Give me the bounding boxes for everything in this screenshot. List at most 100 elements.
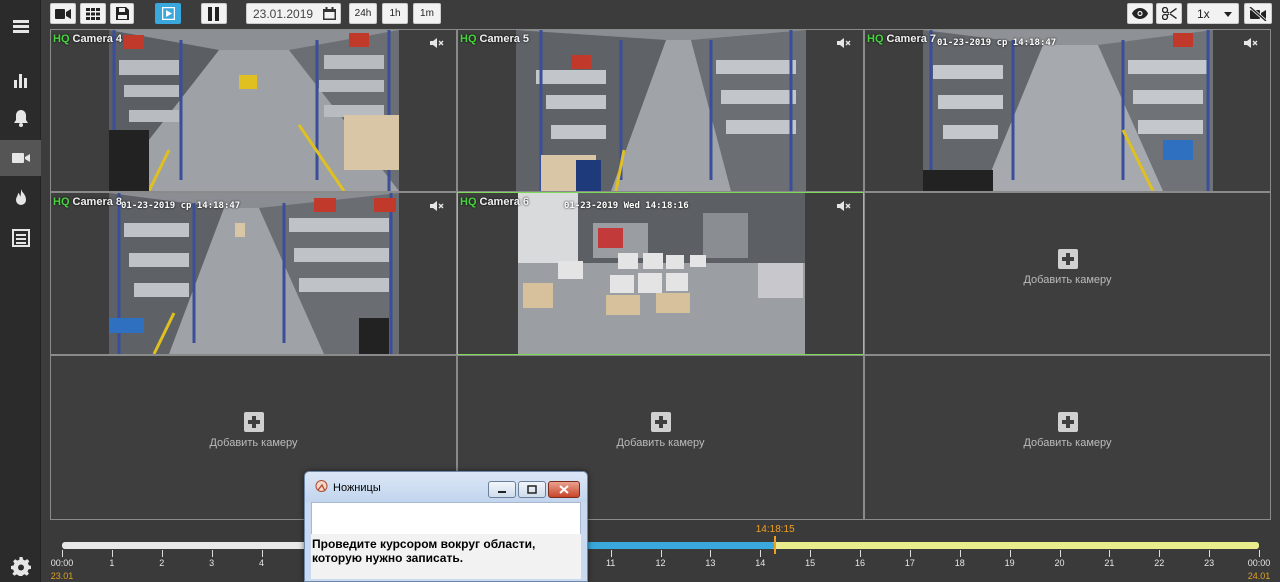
calendar-icon (323, 7, 336, 20)
camera-feed-image (516, 30, 806, 191)
muted-speaker-icon[interactable] (1244, 35, 1258, 53)
hq-badge: HQ (460, 33, 477, 45)
plus-icon (243, 412, 264, 432)
instruction-line-1: Проведите курсором вокруг области, (312, 537, 536, 551)
timeline-tick (1059, 550, 1061, 557)
timeline[interactable]: 00:0012345678910111213141516171819202122… (41, 520, 1280, 582)
timeline-hour-label: 18 (954, 558, 965, 568)
chart-icon[interactable] (0, 62, 41, 98)
timeline-tick (909, 550, 911, 557)
fire-icon[interactable] (0, 180, 41, 216)
hq-badge: HQ (867, 33, 884, 45)
camera-tile[interactable]: HQ Camera 4 (50, 29, 457, 192)
camera-tile[interactable]: HQ Camera 5 (457, 29, 864, 192)
video-mode-button[interactable] (50, 3, 76, 24)
timeline-tick (161, 550, 163, 557)
minimize-icon (498, 491, 506, 493)
camera-feed-image (109, 193, 399, 354)
timeline-hour-label: 17 (904, 558, 915, 568)
chevron-down-icon (1224, 12, 1232, 17)
timeline-hour-label: 13 (705, 558, 716, 568)
camera-title: HQ Camera 8 (53, 196, 122, 208)
timeline-hour-label: 14 (755, 558, 766, 568)
maximize-button[interactable] (518, 481, 546, 498)
add-camera-label: Добавить камеру (1023, 274, 1112, 286)
range-1h-button[interactable]: 1h (382, 3, 408, 24)
hq-badge: HQ (53, 33, 70, 45)
timeline-hour-label: 15 (805, 558, 816, 568)
timeline-tick (1259, 550, 1260, 557)
speed-select[interactable]: 1x (1187, 3, 1239, 24)
add-camera-label: Добавить камеру (1023, 437, 1112, 449)
timeline-tick (62, 550, 63, 557)
visibility-button[interactable] (1127, 3, 1153, 24)
snip-toolbar (311, 502, 581, 536)
close-button[interactable] (548, 481, 580, 498)
timeline-hour-label: 19 (1004, 558, 1015, 568)
gear-icon[interactable] (0, 548, 41, 582)
timeline-playhead[interactable] (774, 536, 777, 554)
muted-speaker-icon[interactable] (837, 198, 851, 216)
timeline-tick (660, 550, 662, 557)
clip-button[interactable] (1156, 3, 1182, 24)
timestamp-overlay: 01-23-2019 Wed 14:18:16 (564, 201, 689, 211)
grid-layout-button[interactable] (80, 3, 106, 24)
timeline-tick (810, 550, 812, 557)
muted-speaker-icon[interactable] (837, 35, 851, 53)
camera-name: Camera 5 (479, 33, 530, 45)
window-titlebar[interactable]: Ножницы (305, 472, 587, 502)
timeline-hour-label: 16 (854, 558, 866, 568)
video-off-button[interactable] (1244, 3, 1272, 24)
sidebar (0, 0, 41, 582)
grid-icon (86, 7, 100, 20)
date-picker[interactable]: 23.01.2019 (246, 3, 341, 24)
muted-speaker-icon[interactable] (430, 35, 444, 53)
camera-title: HQ Camera 6 (460, 196, 529, 208)
camera-tile[interactable]: HQ Camera 7 01-23-2019 ср 14:18:47 (864, 29, 1271, 192)
camera-feed-image (109, 30, 399, 191)
empty-camera-slot[interactable]: Добавить камеру (864, 192, 1271, 355)
save-button[interactable] (110, 3, 134, 24)
empty-camera-slot[interactable]: Добавить камеру (864, 355, 1271, 520)
timeline-hour-label: 11 (605, 558, 616, 568)
pause-button[interactable] (201, 3, 227, 24)
toolbar: 23.01.2019 24h 1h 1m 1x (41, 0, 1280, 28)
app-window: 23.01.2019 24h 1h 1m 1x HQ Camera 4 HQ C… (0, 0, 1280, 582)
add-camera-button[interactable]: Добавить камеру (51, 412, 456, 449)
range-1m-button[interactable]: 1m (413, 3, 441, 24)
snipping-tool-window: Ножницы Проведите курсором вокруг област… (304, 471, 588, 582)
bell-icon[interactable] (0, 100, 41, 136)
camera-name: Camera 6 (479, 196, 530, 208)
timeline-tick (959, 550, 961, 557)
range-24h-button[interactable]: 24h (349, 3, 377, 24)
timeline-tick (211, 550, 213, 557)
camera-icon[interactable] (0, 140, 41, 176)
pause-icon (208, 6, 219, 21)
timeline-track-future[interactable] (775, 542, 1259, 549)
hq-badge: HQ (460, 196, 477, 208)
timeline-hour-label: 12 (655, 558, 666, 568)
camera-tile[interactable]: HQ Camera 8 01-23-2019 ср 14:18:47 (50, 192, 457, 355)
maximize-icon (527, 485, 537, 494)
video-camera-icon (55, 8, 71, 19)
menu-icon[interactable] (0, 8, 41, 44)
camera-tile-selected[interactable]: HQ Camera 6 01-23-2019 Wed 14:18:16 (457, 192, 864, 355)
window-title: Ножницы (333, 482, 381, 494)
timeline-hour-label: 00:00 (1247, 558, 1271, 568)
instruction-line-2: которую нужно записать. (312, 551, 464, 565)
camera-title: HQ Camera 4 (53, 33, 122, 45)
floppy-icon (115, 7, 129, 20)
camera-feed-image (923, 30, 1213, 191)
muted-speaker-icon[interactable] (430, 198, 444, 216)
timeline-hour-label: 21 (1104, 558, 1115, 568)
list-icon[interactable] (0, 220, 41, 256)
minimize-button[interactable] (488, 481, 516, 498)
timeline-track-recorded[interactable] (575, 542, 776, 549)
timeline-hour-label: 4 (258, 558, 265, 568)
add-camera-button[interactable]: Добавить камеру (458, 412, 863, 449)
playback-mode-button[interactable] (155, 3, 181, 24)
timeline-hour-label: 3 (209, 558, 215, 568)
timeline-tick (261, 550, 263, 557)
add-camera-button[interactable]: Добавить камеру (865, 249, 1270, 286)
add-camera-button[interactable]: Добавить камеру (865, 412, 1270, 449)
